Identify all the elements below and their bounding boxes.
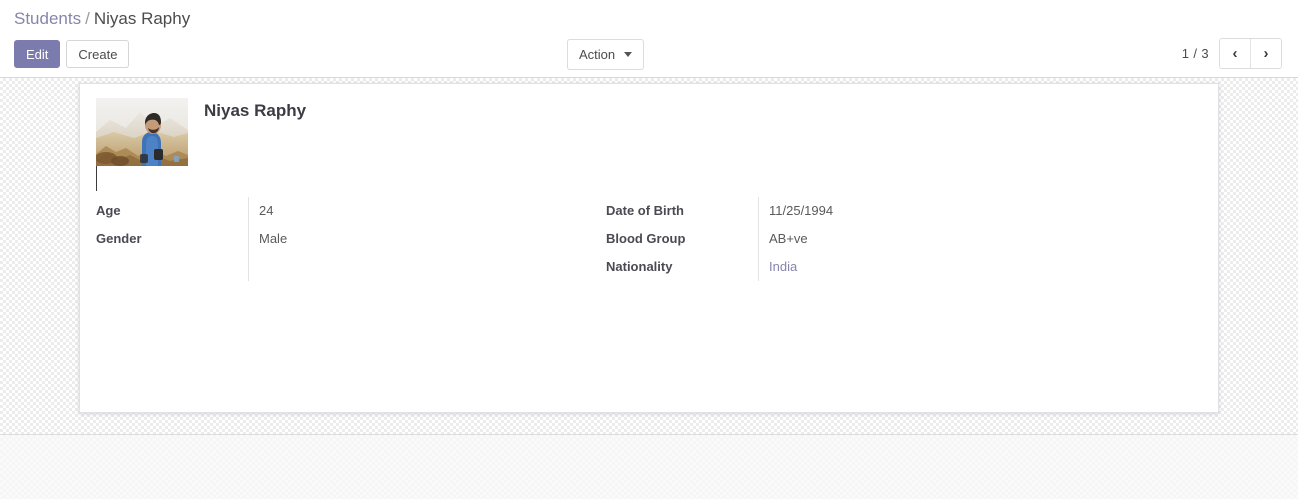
pager-counter: 1 / 3	[1181, 46, 1209, 61]
field-labels-right: Date of Birth Blood Group Nationality	[606, 197, 758, 281]
breadcrumb-separator: /	[85, 9, 90, 28]
pager-buttons: ‹ ›	[1219, 38, 1282, 69]
record-title: Niyas Raphy	[204, 101, 307, 120]
field-value-gender: Male	[259, 231, 288, 246]
record-header: Niyas Raphy	[96, 98, 307, 191]
field-label-nationality: Nationality	[606, 259, 673, 274]
field-label-blood-group: Blood Group	[606, 231, 686, 246]
field-value-nationality[interactable]: India	[769, 253, 1116, 281]
pager: 1 / 3 ‹ ›	[1182, 38, 1282, 69]
field-value-date-of-birth: 11/25/1994	[769, 203, 834, 218]
photo-edge-marker	[96, 166, 97, 191]
record-sheet: Niyas Raphy Age Gender 24 Male Date of B…	[79, 83, 1219, 413]
create-button[interactable]: Create	[66, 40, 130, 68]
breadcrumb: Students / Niyas Raphy	[14, 8, 190, 30]
edit-button[interactable]: Edit	[14, 40, 61, 68]
field-values-left: 24 Male	[248, 197, 606, 281]
breadcrumb-item-students[interactable]: Students	[14, 9, 81, 28]
student-photo[interactable]	[96, 98, 188, 166]
field-values-right: 11/25/1994 AB+ve India	[758, 197, 1116, 281]
action-menu[interactable]: Action	[567, 39, 645, 70]
chatter-area	[0, 435, 1298, 499]
form-view-background: Niyas Raphy Age Gender 24 Male Date of B…	[0, 78, 1298, 435]
photo-image	[96, 98, 188, 166]
chevron-right-icon[interactable]: ›	[1250, 39, 1281, 68]
field-group-right: Date of Birth Blood Group Nationality 11…	[606, 197, 1116, 281]
action-label: Action	[579, 47, 616, 62]
breadcrumb-item-current: Niyas Raphy	[93, 9, 191, 28]
chevron-left-icon[interactable]: ‹	[1220, 39, 1250, 68]
photo-wrapper	[96, 98, 188, 191]
caret-down-icon	[624, 52, 633, 57]
field-label-gender: Gender	[96, 231, 142, 246]
field-groups: Age Gender 24 Male Date of Birth Blood G…	[80, 197, 1218, 281]
field-value-age: 24	[259, 203, 274, 218]
field-group-left: Age Gender 24 Male	[96, 197, 606, 281]
field-value-blood-group: AB+ve	[769, 231, 808, 246]
field-labels-left: Age Gender	[96, 197, 248, 281]
field-label-date-of-birth: Date of Birth	[606, 203, 684, 218]
control-panel: Students / Niyas Raphy Edit Create Action …	[0, 0, 1298, 78]
control-panel-buttons: Edit Create	[14, 40, 130, 68]
action-dropdown-button[interactable]: Action	[567, 39, 645, 70]
field-label-age: Age	[96, 203, 121, 218]
